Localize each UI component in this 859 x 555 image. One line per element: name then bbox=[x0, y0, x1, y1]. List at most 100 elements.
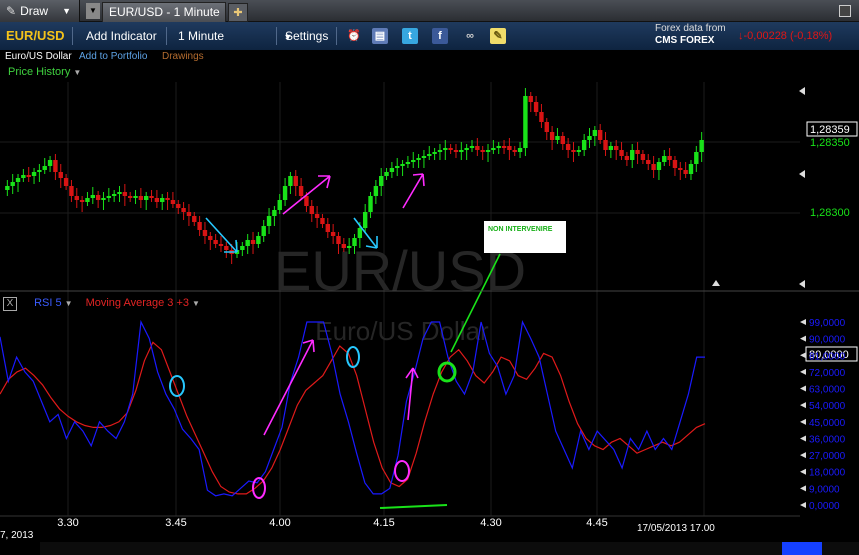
candle-body bbox=[437, 150, 443, 152]
rsi-tick-label: 63,0000 bbox=[809, 385, 846, 396]
candle-body bbox=[624, 156, 630, 160]
magenta-arrow-annotation bbox=[263, 339, 315, 436]
candle-body bbox=[523, 96, 528, 148]
candle-body bbox=[69, 186, 74, 196]
candle-body bbox=[330, 232, 336, 236]
rsi-tick-marker-icon bbox=[800, 468, 806, 475]
candle-body bbox=[154, 198, 160, 202]
candle-body bbox=[614, 146, 619, 150]
candle-body bbox=[325, 224, 330, 232]
candle-body bbox=[79, 200, 85, 202]
candle-body bbox=[630, 150, 635, 160]
candle-body bbox=[362, 212, 368, 228]
candle-body bbox=[202, 230, 208, 236]
rsi-axis: 80,0000 99,000090,000081,000072,000063,0… bbox=[800, 318, 858, 512]
candle-body bbox=[459, 150, 464, 152]
candle-body bbox=[672, 160, 678, 168]
navigator-thumb[interactable] bbox=[782, 542, 822, 555]
candle-body bbox=[581, 140, 587, 150]
rsi-tick-marker-icon bbox=[800, 319, 806, 325]
close-panel-icon[interactable]: X bbox=[3, 297, 17, 311]
rsi-tick-label: 54,0000 bbox=[809, 401, 846, 412]
scroll-left-icon[interactable] bbox=[799, 280, 805, 288]
candle-body bbox=[411, 160, 416, 162]
note-text: NON INTERVENIRE bbox=[488, 226, 553, 233]
candle-body bbox=[395, 166, 400, 168]
candle-body bbox=[111, 194, 117, 196]
chart-canvas[interactable]: EUR/USD Euro/US Dollar NON INTERVENIRE 1… bbox=[0, 0, 859, 555]
rsi-tick-label: 90,0000 bbox=[809, 335, 846, 346]
candle-body bbox=[469, 146, 475, 148]
candle-body bbox=[357, 228, 363, 238]
candle-body bbox=[694, 152, 699, 164]
date-label: 7, 2013 bbox=[0, 530, 34, 541]
candle-body bbox=[549, 132, 555, 140]
moving-average-line bbox=[0, 341, 706, 495]
rsi-annotations bbox=[169, 339, 457, 509]
rsi-indicator-menu[interactable]: RSI 5 ▼ bbox=[34, 297, 72, 309]
chevron-down-icon: ▼ bbox=[64, 299, 73, 308]
candle-body bbox=[176, 204, 181, 208]
candle-body bbox=[58, 172, 63, 178]
candle-body bbox=[496, 146, 501, 148]
candle-body bbox=[288, 176, 293, 186]
candle-body bbox=[218, 244, 224, 246]
candle-body bbox=[47, 160, 53, 166]
candle-body bbox=[245, 240, 250, 246]
candle-body bbox=[208, 236, 213, 240]
ma-label: Moving Average 3 +3 bbox=[85, 297, 190, 309]
rsi-tick-label: 36,0000 bbox=[809, 434, 846, 445]
candle-body bbox=[491, 148, 496, 150]
candle-body bbox=[464, 148, 469, 150]
time-tick-label: 4.15 bbox=[373, 517, 394, 529]
candle-body bbox=[165, 198, 170, 200]
candle-body bbox=[475, 146, 480, 150]
candle-body bbox=[678, 168, 683, 170]
price-label: 1,28350 bbox=[810, 137, 850, 149]
candle-body bbox=[485, 150, 491, 152]
cyan-circle-annotation bbox=[346, 346, 360, 368]
candle-body bbox=[138, 196, 144, 200]
candle-body bbox=[85, 198, 90, 202]
candle-body bbox=[352, 238, 357, 246]
candle-body bbox=[53, 160, 58, 172]
candle-body bbox=[560, 136, 565, 144]
candle-body bbox=[576, 150, 582, 152]
rsi-tick-marker-icon bbox=[800, 352, 806, 359]
rsi-tick-label: 18,0000 bbox=[809, 468, 846, 479]
candle-body bbox=[127, 196, 133, 198]
candle-body bbox=[512, 150, 517, 152]
time-tick-label: 4.45 bbox=[586, 517, 607, 529]
candle-body bbox=[314, 214, 320, 218]
candle-body bbox=[117, 192, 122, 194]
scroll-left-icon[interactable] bbox=[799, 87, 805, 95]
candle-body bbox=[384, 172, 389, 176]
candle-body bbox=[160, 198, 165, 202]
rsi-panel-header: X RSI 5 ▼ Moving Average 3 +3 ▼ bbox=[3, 297, 200, 311]
navigator-scrollbar[interactable] bbox=[40, 542, 859, 555]
price-label: 1,28300 bbox=[810, 207, 850, 219]
candle-body bbox=[42, 166, 47, 170]
ma-indicator-menu[interactable]: Moving Average 3 +3 ▼ bbox=[86, 297, 200, 309]
candle-body bbox=[10, 182, 15, 186]
candle-body bbox=[619, 150, 624, 156]
candle-body bbox=[21, 175, 26, 178]
candle-body bbox=[101, 198, 106, 200]
candle-body bbox=[320, 218, 325, 224]
candle-body bbox=[15, 178, 21, 182]
candle-body bbox=[517, 148, 523, 152]
candle-body bbox=[144, 196, 149, 200]
candle-body bbox=[592, 130, 598, 136]
time-tick-label: 4.30 bbox=[480, 517, 501, 529]
rsi-tick-marker-icon bbox=[800, 335, 806, 342]
rsi-tick-marker-icon bbox=[800, 485, 806, 492]
scroll-left-icon[interactable] bbox=[799, 170, 805, 178]
candle-body bbox=[405, 162, 411, 164]
candle-body bbox=[250, 240, 256, 244]
candle-body bbox=[608, 146, 614, 150]
scroll-up-icon[interactable] bbox=[712, 280, 720, 286]
candle-body bbox=[400, 164, 405, 166]
rsi-tick-marker-icon bbox=[800, 385, 806, 392]
candle-body bbox=[533, 102, 539, 112]
candle-body bbox=[95, 195, 101, 200]
